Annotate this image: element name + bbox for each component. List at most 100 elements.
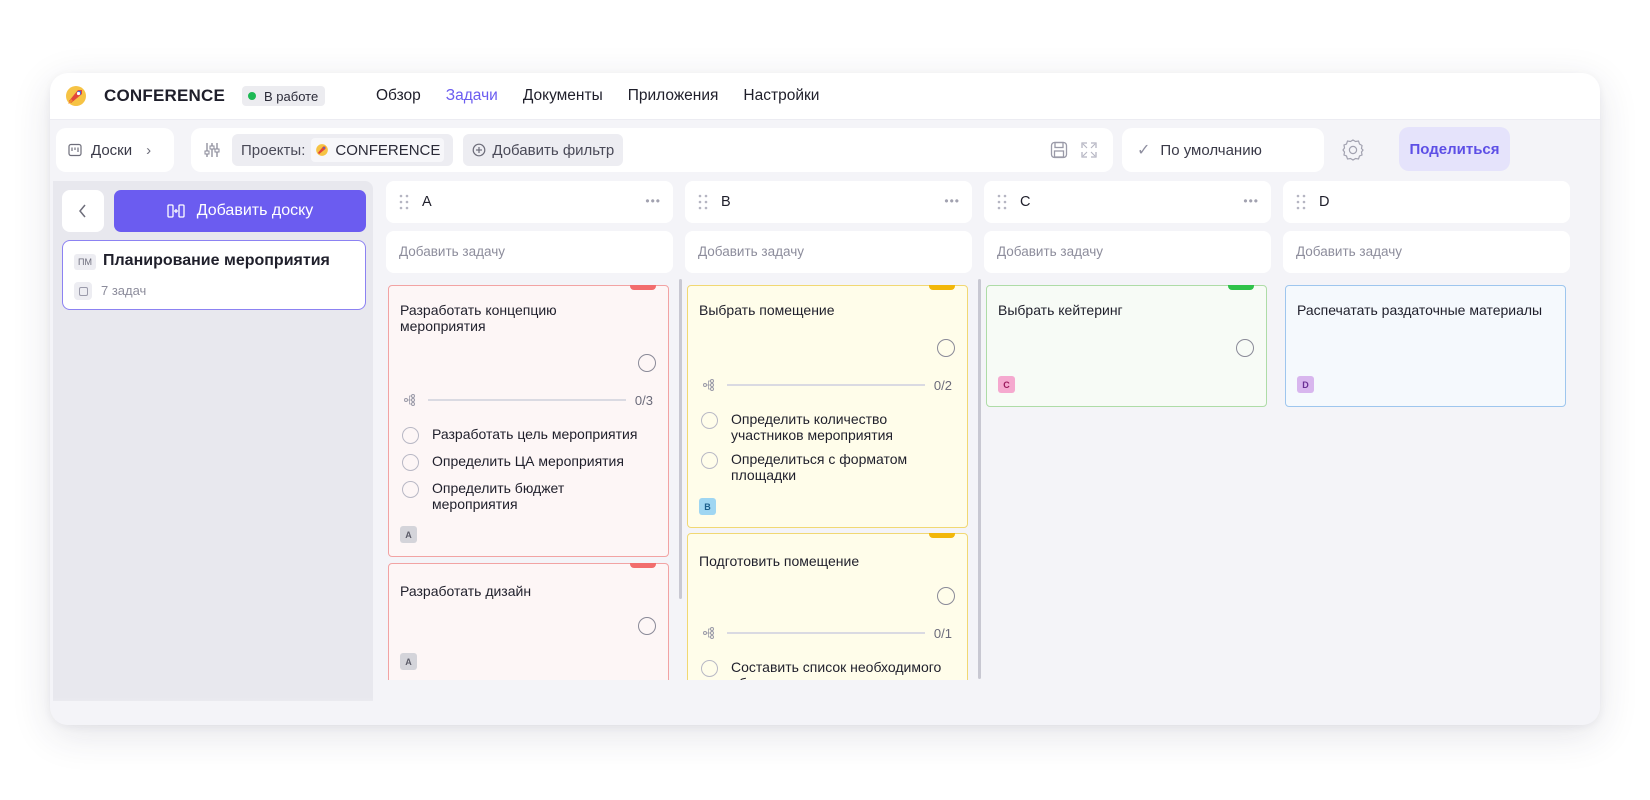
check-icon: ✓ [1137,142,1151,159]
project-chip[interactable]: CONFERENCE [311,138,445,162]
task-card[interactable]: Разработать концепцию мероприятия 0/3 Ра… [388,285,669,557]
rocket-logo-icon[interactable] [64,84,88,108]
subtask-progress: 0/3 [404,392,653,408]
priority-indicator [630,563,656,568]
chevron-right-icon: › [146,141,152,159]
add-task-input[interactable]: Добавить задачу [386,231,673,273]
drag-handle-icon[interactable] [399,194,409,210]
add-filter-button[interactable]: Добавить фильтр [463,134,624,166]
bottom-fade [50,697,1600,725]
board-item[interactable]: ПМ Планирование мероприятия 7 задач [62,240,366,310]
progress-track [727,632,925,634]
view-preset-label: По умолчанию [1160,141,1262,159]
priority-indicator [929,285,955,290]
progress-text: 0/3 [634,392,653,408]
task-tag[interactable]: A [400,526,417,543]
tab-overview[interactable]: Обзор [376,87,421,105]
task-card[interactable]: Выбрать кейтеринг C [986,285,1267,407]
save-icon[interactable] [1049,140,1069,160]
column-header[interactable]: A ••• [386,181,673,223]
task-title: Подготовить помещение [699,553,860,569]
add-board-button[interactable]: Добавить доску [114,190,366,232]
task-count-icon [74,282,92,300]
more-icon[interactable]: ••• [1243,194,1259,208]
expand-icon[interactable] [1079,140,1099,160]
subtask-title: Составить список необходимого оборудован… [731,659,942,680]
tab-settings[interactable]: Настройки [743,87,819,105]
add-task-input[interactable]: Добавить задачу [984,231,1271,273]
view-preset-dropdown[interactable]: ✓ По умолчанию [1122,128,1324,172]
subtask-checkbox[interactable] [402,481,419,498]
boards-label: Доски [91,141,133,159]
chevron-left-icon [79,204,86,218]
tab-documents[interactable]: Документы [523,87,603,105]
add-task-placeholder: Добавить задачу [399,244,505,259]
view-actions [1049,140,1099,160]
progress-track [727,384,925,386]
task-card[interactable]: Разработать дизайн A [388,563,669,680]
priority-indicator [630,285,656,290]
column-title: B [721,194,731,210]
task-tag[interactable]: A [400,653,417,670]
drag-handle-icon[interactable] [997,194,1007,210]
sliders-icon[interactable] [202,140,222,160]
board-icon [68,143,82,157]
board-add-icon [167,204,185,218]
drag-handle-icon[interactable] [698,194,708,210]
subtask-checkbox[interactable] [402,454,419,471]
priority-indicator [1228,285,1254,290]
rocket-icon [316,144,329,156]
task-tag[interactable]: D [1297,376,1314,393]
task-card[interactable]: Выбрать помещение 0/2 Определить количес… [687,285,968,528]
add-task-input[interactable]: Добавить задачу [685,231,972,273]
filter-bar: Проекты: CONFERENCE Добавить фильтр [191,128,1113,172]
column-scrollbar[interactable] [679,279,682,599]
board-task-count: 7 задач [101,283,147,298]
add-task-input[interactable]: Добавить задачу [1283,231,1570,273]
drag-handle-icon[interactable] [1296,194,1306,210]
complete-checkbox[interactable] [937,587,955,605]
task-tag[interactable]: C [998,376,1015,393]
column-header[interactable]: C ••• [984,181,1271,223]
task-card[interactable]: Распечатать раздаточные материалы D [1285,285,1566,407]
task-card[interactable]: Подготовить помещение 0/1 Составить спис… [687,533,968,680]
complete-checkbox[interactable] [638,354,656,372]
project-title[interactable]: CONFERENCE [104,86,225,106]
subtasks-icon [703,379,714,391]
progress-text: 0/1 [933,625,952,641]
column-header[interactable]: D [1283,181,1570,223]
gear-icon[interactable] [1340,137,1366,163]
tab-tasks[interactable]: Задачи [446,87,498,105]
more-icon[interactable]: ••• [944,194,960,208]
column-scrollbar[interactable] [978,279,981,679]
collapse-sidebar-button[interactable] [62,190,104,232]
subtask-title: Определиться с форматом площадки [731,451,908,483]
task-tag[interactable]: B [699,498,716,515]
subtask-checkbox[interactable] [701,412,718,429]
add-task-placeholder: Добавить задачу [997,244,1103,259]
column-header[interactable]: B ••• [685,181,972,223]
projects-label: Проекты: [241,141,306,159]
add-task-placeholder: Добавить задачу [1296,244,1402,259]
add-task-placeholder: Добавить задачу [698,244,804,259]
complete-checkbox[interactable] [937,339,955,357]
subtask-checkbox[interactable] [701,660,718,677]
add-filter-label: Добавить фильтр [492,141,615,159]
column-title: D [1319,194,1330,210]
status-badge[interactable]: В работе [242,86,326,106]
subtask-checkbox[interactable] [701,452,718,469]
tab-apps[interactable]: Приложения [628,87,719,105]
subtask-title: Определить бюджет мероприятия [432,480,565,512]
complete-checkbox[interactable] [1236,339,1254,357]
task-title: Распечатать раздаточные материалы [1297,302,1543,318]
subtask-title: Определить количество участников меропри… [731,411,894,443]
boards-sidebar: Добавить доску ПМ Планирование мероприят… [53,181,373,701]
subtask-progress: 0/1 [703,625,952,641]
complete-checkbox[interactable] [638,617,656,635]
progress-text: 0/2 [933,377,952,393]
boards-breadcrumb[interactable]: Доски › [56,128,174,172]
share-button[interactable]: Поделиться [1399,127,1510,171]
more-icon[interactable]: ••• [645,194,661,208]
subtask-checkbox[interactable] [402,427,419,444]
projects-filter-chip[interactable]: Проекты: CONFERENCE [232,134,454,166]
